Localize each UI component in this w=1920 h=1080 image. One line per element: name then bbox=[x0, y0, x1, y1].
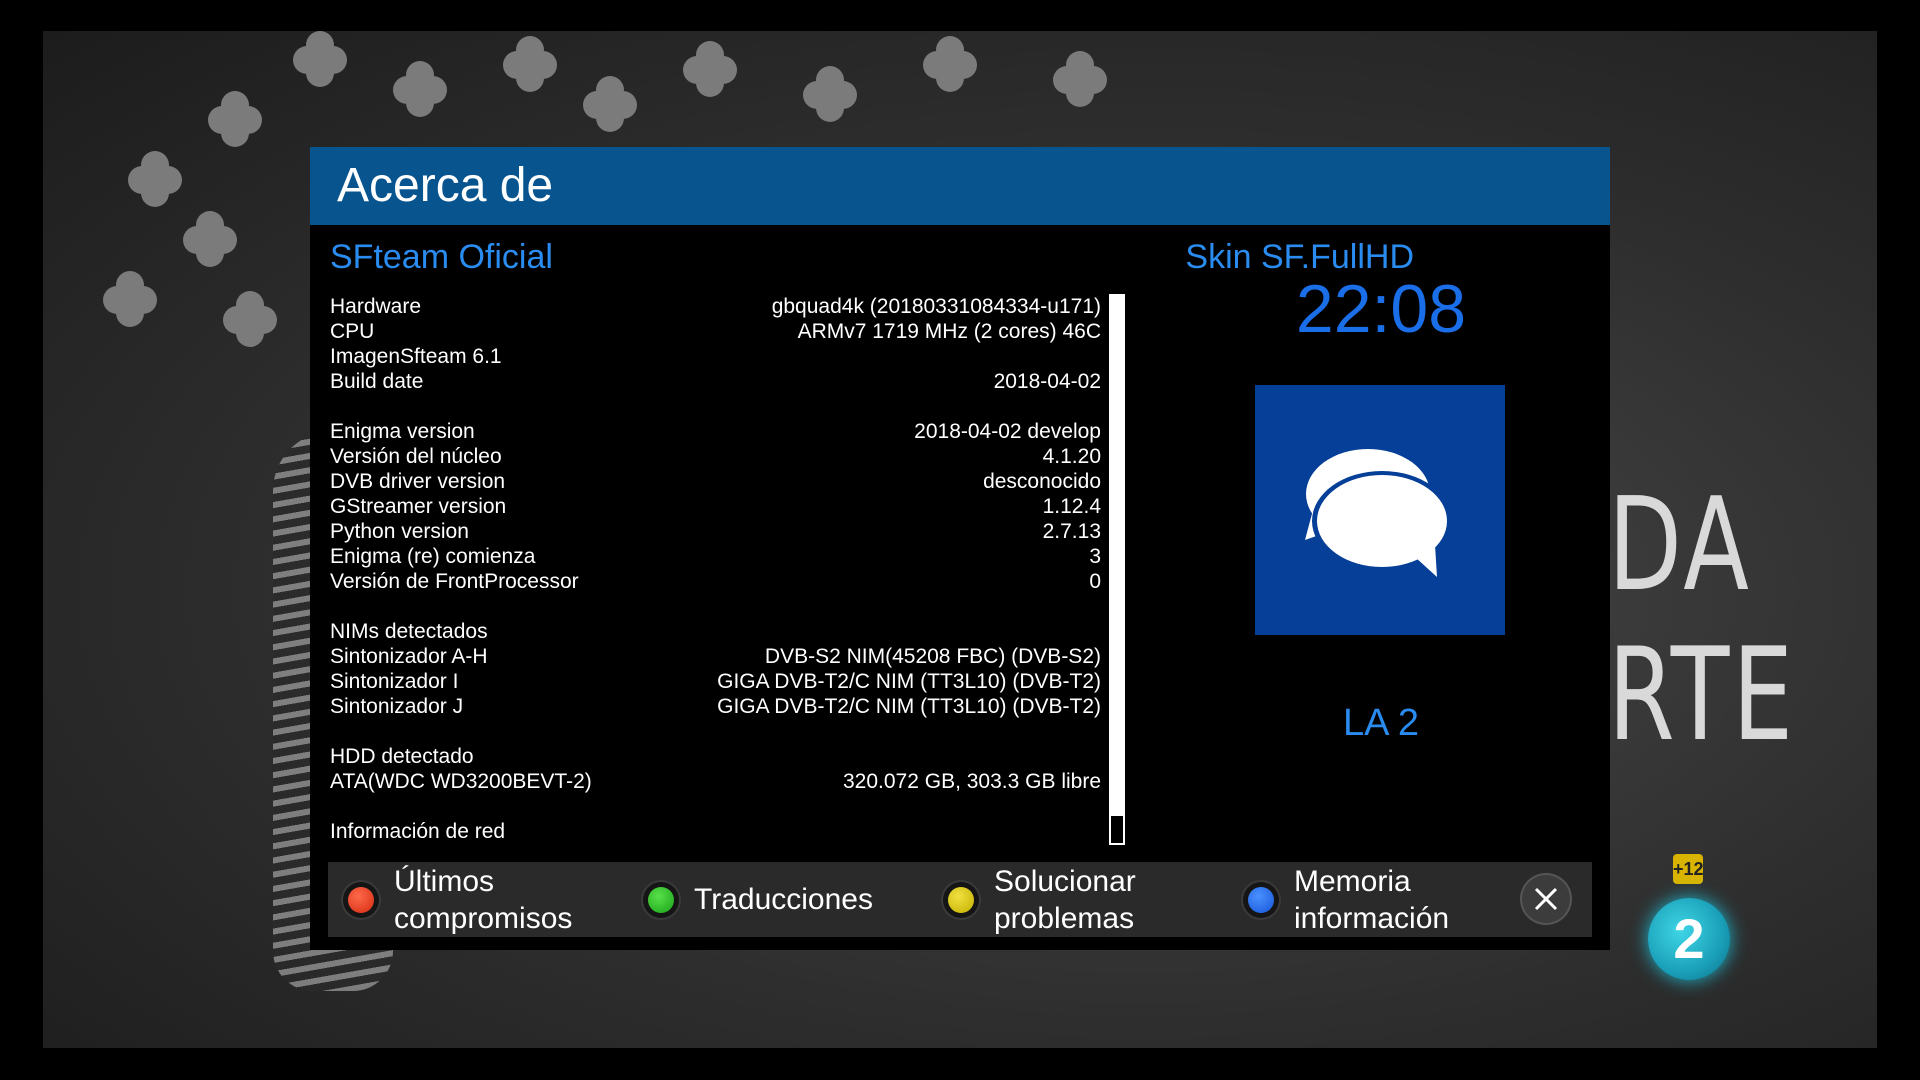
dialog-header: Acerca de bbox=[310, 147, 1610, 225]
flower-decoration bbox=[1053, 51, 1107, 107]
flower-decoration bbox=[393, 61, 447, 117]
info-key: Versión del núcleo bbox=[330, 445, 502, 468]
info-row: Python version 2.7.13 bbox=[330, 519, 1101, 544]
info-value: 4.1.20 bbox=[1042, 445, 1101, 468]
info-key: GStreamer version bbox=[330, 495, 507, 518]
info-key: NIMs detectados bbox=[330, 620, 488, 643]
info-row: Enigma version 2018-04-02 develop bbox=[330, 419, 1101, 444]
info-value: ARMv7 1719 MHz (2 cores) 46C bbox=[797, 320, 1101, 343]
info-list[interactable]: Hardware gbquad4k (20180331084334-u171) CP… bbox=[330, 294, 1101, 844]
info-value: 0 bbox=[1089, 570, 1101, 593]
info-row: Información de red bbox=[330, 819, 1101, 844]
info-row bbox=[330, 719, 1101, 744]
info-row: ATA(WDC WD3200BEVT-2) 320.072 GB, 303.3 G… bbox=[330, 769, 1101, 794]
info-row: Hardware gbquad4k (20180331084334-u171) bbox=[330, 294, 1101, 319]
info-value: 320.072 GB, 303.3 GB libre bbox=[843, 770, 1101, 793]
info-row: ImagenSfteam 6.1 bbox=[330, 344, 1101, 369]
info-value: 2018-04-02 develop bbox=[914, 420, 1101, 443]
info-row: HDD detectado bbox=[330, 744, 1101, 769]
color-button-bar: Últimos compromisos Traducciones Solucio… bbox=[328, 862, 1592, 937]
info-tile bbox=[1255, 385, 1505, 635]
scrollbar-thumb[interactable] bbox=[1111, 296, 1123, 816]
info-row: NIMs detectados bbox=[330, 619, 1101, 644]
info-key: Python version bbox=[330, 520, 469, 543]
info-value: 2018-04-02 bbox=[993, 370, 1101, 393]
blue-button-label: Memoria información bbox=[1294, 864, 1450, 935]
info-key: Enigma (re) comienza bbox=[330, 545, 536, 568]
info-key: HDD detectado bbox=[330, 745, 474, 768]
chat-bubbles-icon bbox=[1305, 449, 1452, 577]
info-row: Build date 2018-04-02 bbox=[330, 369, 1101, 394]
age-rating-badge: +12 bbox=[1673, 854, 1704, 884]
flower-decoration bbox=[223, 291, 277, 347]
green-button[interactable]: Traducciones bbox=[648, 862, 873, 937]
dialog-title: Acerca de bbox=[337, 159, 554, 212]
blue-button[interactable]: Memoria información bbox=[1248, 862, 1449, 937]
green-key-icon bbox=[648, 886, 674, 913]
flower-decoration bbox=[503, 36, 557, 92]
info-value: 2.7.13 bbox=[1042, 520, 1101, 543]
flower-decoration bbox=[923, 36, 977, 92]
info-key: DVB driver version bbox=[330, 470, 506, 493]
info-row bbox=[330, 394, 1101, 419]
yellow-button-label: Solucionar problemas bbox=[994, 864, 1136, 935]
flower-decoration bbox=[128, 151, 182, 207]
info-key: ImagenSfteam 6.1 bbox=[330, 345, 502, 368]
info-row: Sintonizador A-H DVB-S2 NIM(45208 FBC) (D… bbox=[330, 644, 1101, 669]
flower-decoration bbox=[803, 66, 857, 122]
info-row: Versión del núcleo 4.1.20 bbox=[330, 444, 1101, 469]
green-button-label: Traducciones bbox=[694, 883, 873, 916]
red-key-icon bbox=[348, 886, 374, 913]
info-row: CPU ARMv7 1719 MHz (2 cores) 46C bbox=[330, 319, 1101, 344]
red-button[interactable]: Últimos compromisos bbox=[348, 862, 572, 937]
info-value: DVB-S2 NIM(45208 FBC) (DVB-S2) bbox=[764, 645, 1101, 668]
info-value: GIGA DVB-T2/C NIM (TT3L10) (DVB-T2) bbox=[717, 670, 1101, 693]
channel-logo: 2 bbox=[1648, 898, 1730, 980]
info-row: Versión de FrontProcessor 0 bbox=[330, 569, 1101, 594]
info-key: Enigma version bbox=[330, 420, 475, 443]
flower-decoration bbox=[293, 31, 347, 87]
info-key: Sintonizador I bbox=[330, 670, 459, 693]
info-value: desconocido bbox=[983, 470, 1101, 493]
team-name: SFteam Oficial bbox=[330, 238, 553, 276]
info-key: Versión de FrontProcessor bbox=[330, 570, 579, 593]
close-button[interactable] bbox=[1522, 875, 1570, 923]
flower-decoration bbox=[683, 41, 737, 97]
info-row bbox=[330, 594, 1101, 619]
yellow-key-icon bbox=[948, 886, 974, 913]
flower-decoration bbox=[208, 91, 262, 147]
info-row: Enigma (re) comienza 3 bbox=[330, 544, 1101, 569]
info-row: Sintonizador I GIGA DVB-T2/C NIM (TT3L10)… bbox=[330, 669, 1101, 694]
red-button-label: Últimos compromisos bbox=[394, 864, 573, 935]
blue-key-icon bbox=[1248, 886, 1274, 913]
info-row: DVB driver version desconocido bbox=[330, 469, 1101, 494]
info-value: 3 bbox=[1089, 545, 1101, 568]
scrollbar[interactable] bbox=[1109, 294, 1125, 845]
info-key: Información de red bbox=[330, 820, 506, 843]
info-row bbox=[330, 794, 1101, 819]
flower-decoration bbox=[183, 211, 237, 267]
info-key: Build date bbox=[330, 370, 424, 393]
info-key: ATA(WDC WD3200BEVT-2) bbox=[330, 770, 592, 793]
info-key: Sintonizador J bbox=[330, 695, 464, 718]
info-row: Sintonizador J GIGA DVB-T2/C NIM (TT3L10)… bbox=[330, 694, 1101, 719]
info-value: gbquad4k (20180331084334-u171) bbox=[771, 295, 1101, 318]
channel-name: LA 2 bbox=[1342, 702, 1420, 744]
info-key: CPU bbox=[330, 320, 375, 343]
close-icon bbox=[1534, 887, 1558, 911]
info-row: GStreamer version 1.12.4 bbox=[330, 494, 1101, 519]
info-value: GIGA DVB-T2/C NIM (TT3L10) (DVB-T2) bbox=[717, 695, 1101, 718]
flower-decoration bbox=[583, 76, 637, 132]
info-key: Sintonizador A-H bbox=[330, 645, 488, 668]
clock: 22:08 bbox=[1295, 271, 1467, 347]
info-key: Hardware bbox=[330, 295, 422, 318]
info-value: 1.12.4 bbox=[1042, 495, 1101, 518]
yellow-button[interactable]: Solucionar problemas bbox=[948, 862, 1136, 937]
flower-decoration bbox=[103, 271, 157, 327]
background-show-title: DA RTE bbox=[1608, 471, 1797, 770]
about-dialog: Acerca de SFteam Oficial Skin SF.FullHD … bbox=[310, 147, 1610, 950]
